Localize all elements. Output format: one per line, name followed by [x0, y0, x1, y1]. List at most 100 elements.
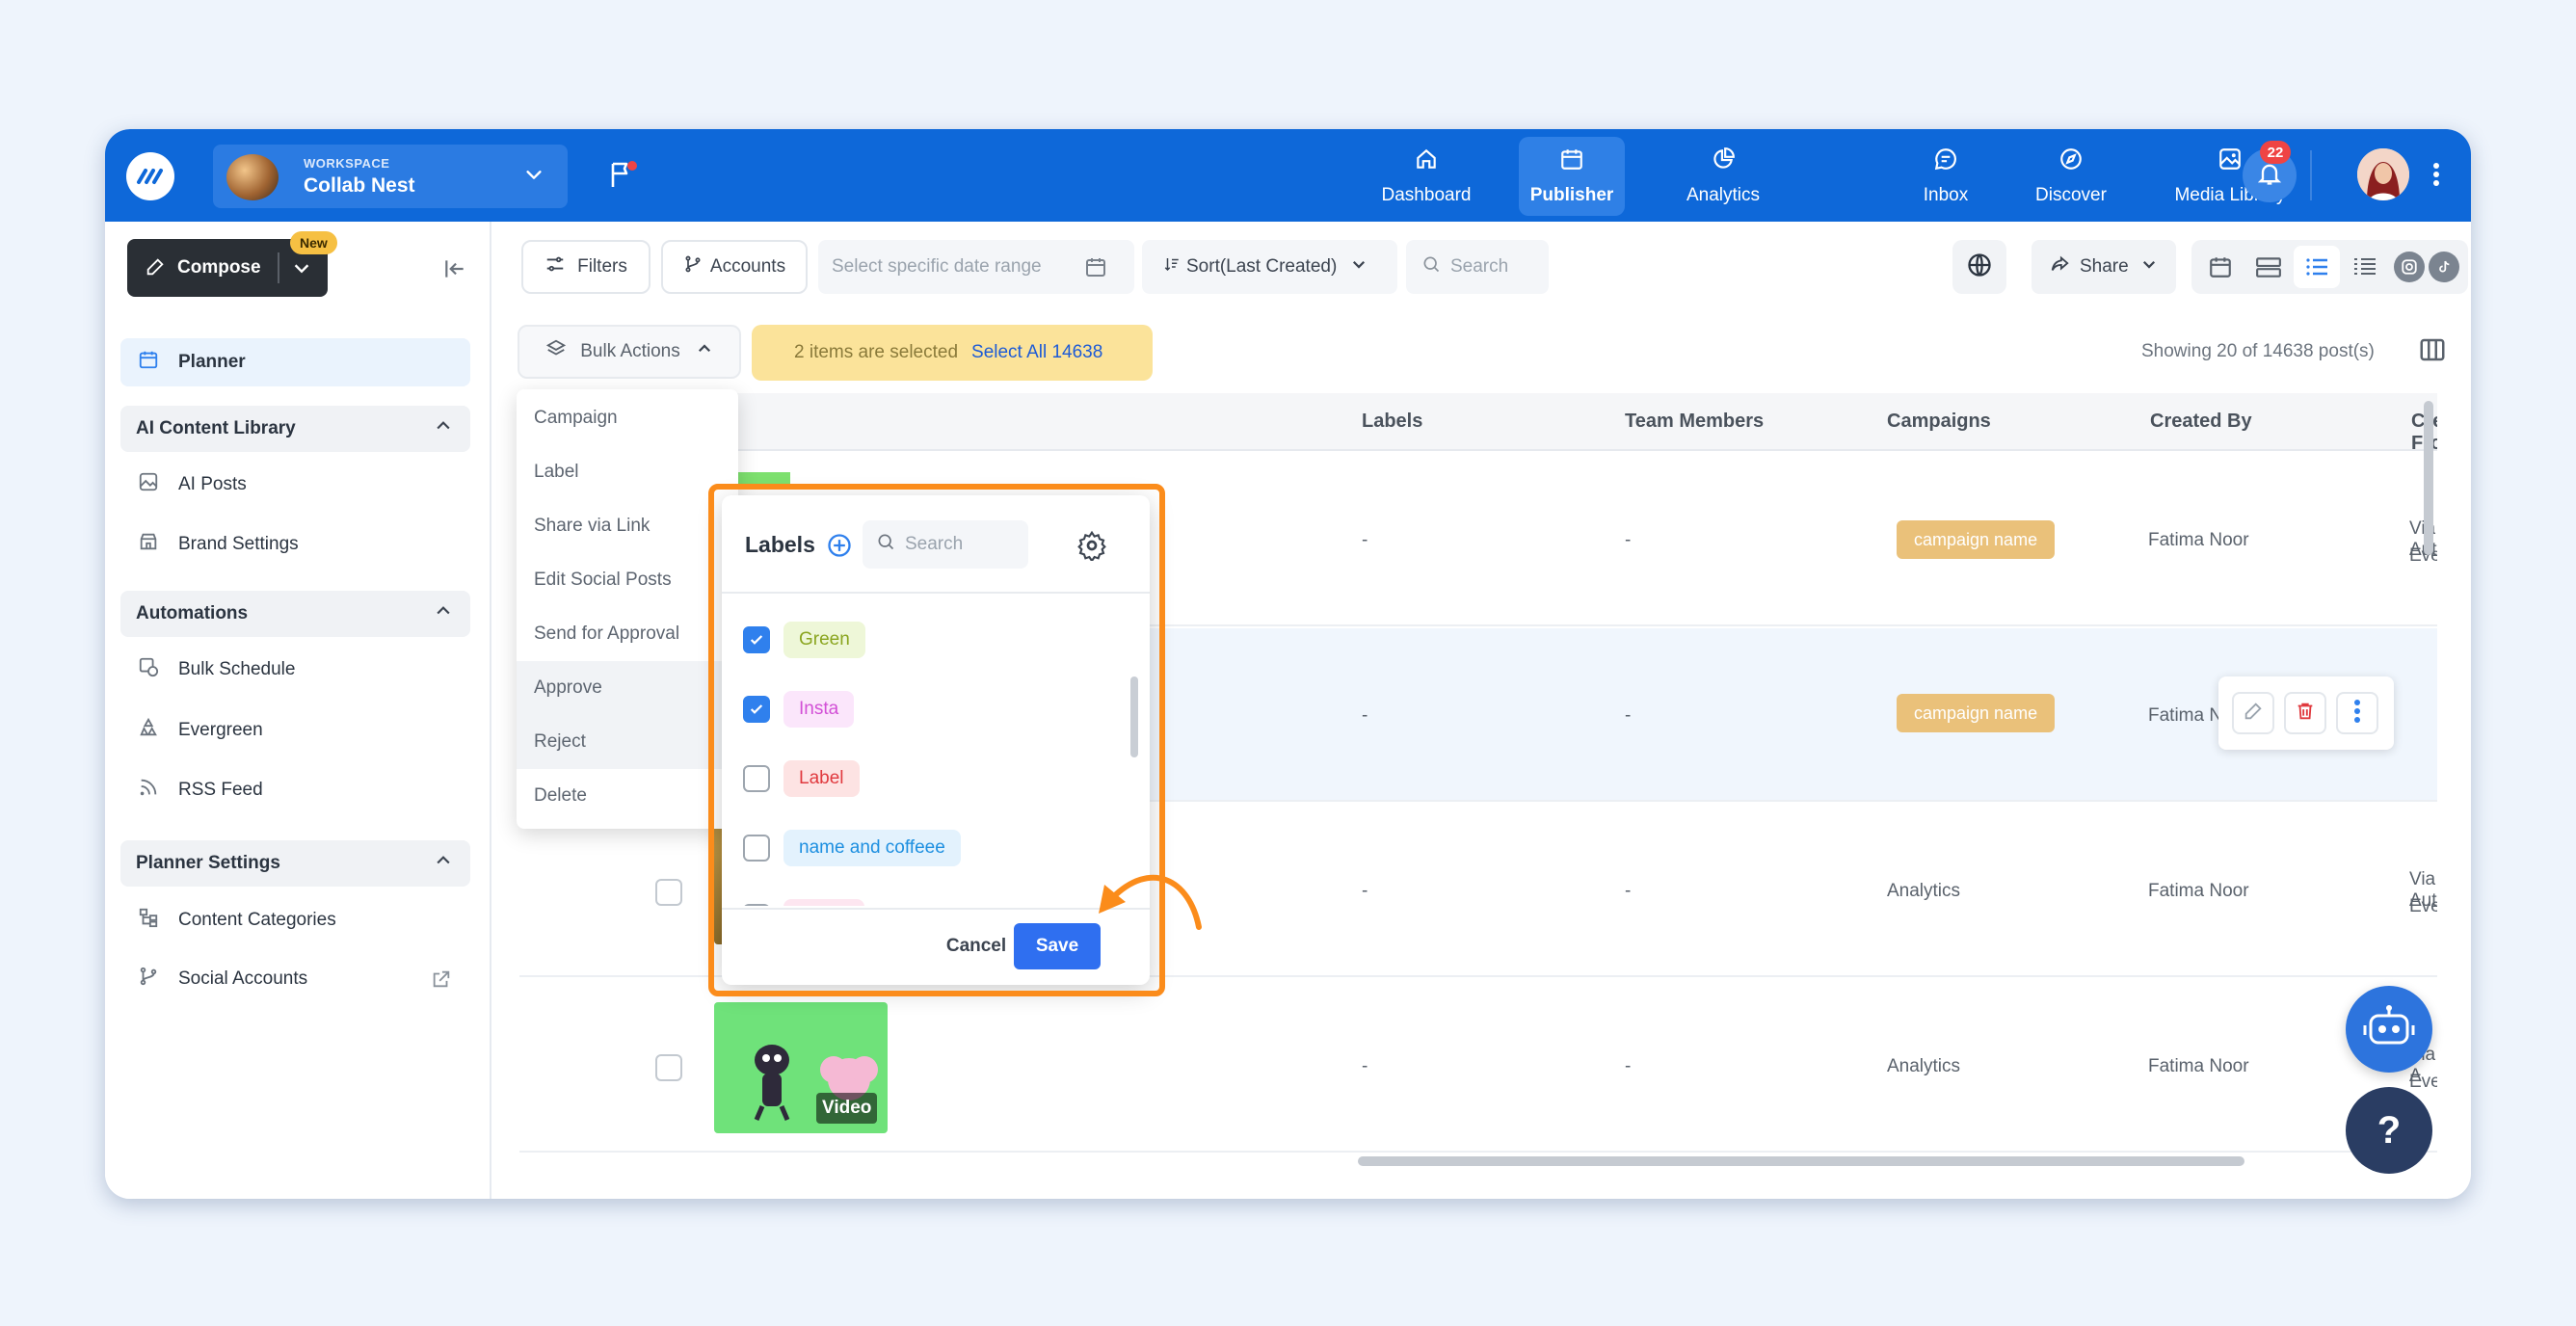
filters-button[interactable]: Filters: [521, 240, 651, 294]
app-logo[interactable]: [126, 152, 174, 200]
campaign-badge: campaign name: [1897, 694, 2056, 732]
campaign-badge: campaign name: [1897, 520, 2056, 559]
external-link-icon[interactable]: [431, 968, 471, 995]
sidebar: Compose New Planner AI Content Library A…: [105, 222, 491, 1199]
menu-item-edit-social-posts[interactable]: Edit Social Posts: [517, 553, 738, 607]
sidebar-item-label: Evergreen: [178, 720, 263, 740]
sidebar-item-label: Planner: [178, 352, 246, 372]
sidebar-item-label: AI Posts: [178, 474, 247, 494]
date-range-input[interactable]: Select specific date range: [818, 240, 1134, 294]
accounts-button[interactable]: Accounts: [661, 240, 808, 294]
sidebar-item-content-categories[interactable]: Content Categories: [120, 896, 470, 944]
collapse-sidebar-icon[interactable]: [442, 256, 467, 286]
nav-publisher[interactable]: Publisher: [1519, 137, 1625, 216]
share-icon: [2049, 253, 2070, 280]
pie-chart-icon: [1711, 146, 1736, 177]
created-by-cell: Fatima Noor: [2148, 881, 2249, 901]
search-input[interactable]: Search: [1406, 240, 1549, 294]
edit-button[interactable]: [2232, 692, 2274, 734]
top-navigation-bar: WORKSPACE Collab Nest Dashboard Publishe…: [105, 129, 2471, 222]
sidebar-item-planner[interactable]: Planner: [120, 338, 470, 386]
columns-icon[interactable]: [2418, 335, 2447, 369]
recycle-icon: [138, 717, 178, 744]
section-ai-content-library[interactable]: AI Content Library: [120, 406, 470, 452]
created-from-line2: Evergreen: [2409, 1072, 2437, 1092]
sidebar-item-ai-posts[interactable]: AI Posts: [120, 461, 470, 509]
tiktok-icon[interactable]: [2429, 252, 2459, 282]
more-vertical-icon: [2353, 699, 2361, 729]
divider: [278, 252, 279, 283]
chevron-down-icon[interactable]: [291, 257, 312, 284]
vertical-scrollbar[interactable]: [2424, 401, 2433, 555]
flag-icon[interactable]: [606, 158, 639, 196]
instagram-icon[interactable]: [2394, 252, 2425, 282]
sidebar-item-rss-feed[interactable]: RSS Feed: [120, 766, 470, 814]
bulk-actions-menu: Campaign Label Share via Link Edit Socia…: [517, 389, 738, 829]
search-icon: [1421, 254, 1441, 279]
menu-item-delete[interactable]: Delete: [517, 769, 738, 823]
sidebar-item-evergreen[interactable]: Evergreen: [120, 706, 470, 755]
chevron-down-icon: [523, 164, 544, 190]
campaign-cell: Analytics: [1887, 881, 1961, 901]
nav-inbox[interactable]: Inbox: [1893, 137, 1999, 216]
calendar-view-icon[interactable]: [2203, 250, 2238, 284]
section-planner-settings[interactable]: Planner Settings: [120, 840, 470, 887]
share-button[interactable]: Share: [2032, 240, 2176, 294]
view-switcher: [2191, 240, 2468, 294]
home-icon: [1414, 146, 1439, 177]
menu-item-approve[interactable]: Approve: [517, 661, 738, 715]
sidebar-item-brand-settings[interactable]: Brand Settings: [120, 520, 470, 569]
more-vertical-icon[interactable]: [2432, 162, 2440, 192]
image-icon: [138, 471, 178, 498]
column-header-team-members: Team Members: [1625, 411, 1765, 432]
menu-item-label[interactable]: Label: [517, 445, 738, 499]
labels-cell: -: [1362, 705, 1368, 726]
sidebar-item-label: RSS Feed: [178, 780, 263, 800]
nav-discover[interactable]: Discover: [2018, 137, 2124, 216]
help-button[interactable]: ?: [2346, 1087, 2432, 1174]
user-avatar[interactable]: [2357, 148, 2409, 200]
delete-button[interactable]: [2284, 692, 2326, 734]
calendar-icon: [138, 349, 178, 376]
team-members-cell: -: [1625, 881, 1632, 901]
sort-dropdown[interactable]: Sort(Last Created): [1142, 240, 1397, 294]
workspace-switcher[interactable]: WORKSPACE Collab Nest: [213, 145, 568, 208]
feed-view-icon[interactable]: [2251, 250, 2286, 284]
horizontal-scrollbar[interactable]: [1358, 1156, 2244, 1166]
table-row[interactable]: Video - - Analytics Fatima Noor Via A Ev…: [519, 979, 2437, 1153]
menu-item-share-via-link[interactable]: Share via Link: [517, 499, 738, 553]
edit-icon: [145, 256, 166, 283]
column-header-created-by: Created By: [2150, 411, 2252, 432]
menu-item-reject[interactable]: Reject: [517, 715, 738, 769]
trash-icon: [2295, 701, 2316, 727]
rss-icon: [138, 777, 178, 804]
sort-icon: [1163, 254, 1181, 279]
ai-assistant-button[interactable]: [2346, 986, 2432, 1073]
row-checkbox[interactable]: [655, 879, 682, 906]
nav-label: Discover: [2035, 185, 2107, 205]
globe-button[interactable]: [1952, 240, 2006, 294]
menu-item-send-for-approval[interactable]: Send for Approval: [517, 607, 738, 661]
chevron-up-icon: [696, 340, 713, 363]
nav-label: Analytics: [1686, 185, 1761, 205]
robot-icon: [2363, 1004, 2415, 1055]
nav-analytics[interactable]: Analytics: [1663, 137, 1783, 216]
bulk-actions-button[interactable]: Bulk Actions: [518, 325, 741, 379]
section-automations[interactable]: Automations: [120, 591, 470, 637]
chevron-up-icon: [434, 416, 453, 441]
nav-dashboard[interactable]: Dashboard: [1366, 137, 1487, 216]
layers-icon: [545, 338, 567, 365]
menu-item-campaign[interactable]: Campaign: [517, 391, 738, 445]
labels-cell: -: [1362, 881, 1368, 901]
select-all-link[interactable]: Select All 14638: [971, 342, 1102, 363]
compact-list-icon[interactable]: [2348, 250, 2382, 284]
sidebar-item-social-accounts[interactable]: Social Accounts: [120, 955, 470, 1003]
branch-icon: [138, 966, 178, 993]
more-actions-button[interactable]: [2336, 692, 2378, 734]
row-checkbox[interactable]: [655, 1054, 682, 1081]
labels-cell: -: [1362, 1056, 1368, 1076]
sidebar-item-label: Brand Settings: [178, 534, 299, 554]
list-view-icon[interactable]: [2294, 246, 2340, 288]
sidebar-item-bulk-schedule[interactable]: Bulk Schedule: [120, 646, 470, 694]
filters-label: Filters: [577, 256, 627, 277]
